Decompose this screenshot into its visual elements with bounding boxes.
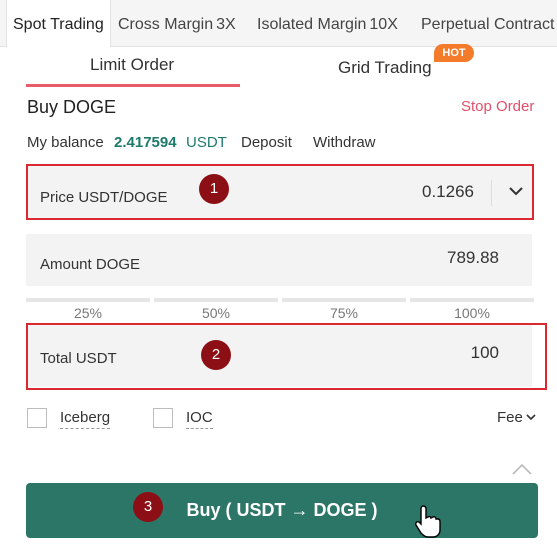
step-marker-1: 1 xyxy=(199,174,229,204)
balance-label: My balance xyxy=(27,134,104,151)
chevron-up-icon[interactable] xyxy=(511,462,533,476)
leverage-badge: 3X xyxy=(216,16,236,33)
percent-25-button[interactable]: 25% xyxy=(26,298,150,321)
withdraw-link[interactable]: Withdraw xyxy=(313,134,376,151)
buy-button[interactable]: Buy ( USDT → DOGE ) xyxy=(26,483,538,538)
step-marker-2: 2 xyxy=(201,340,231,370)
percentage-selector: 25% 50% 75% 100% xyxy=(26,298,534,321)
leverage-badge: 10X xyxy=(369,16,398,33)
stop-order-link[interactable]: Stop Order xyxy=(461,98,534,115)
highlight-box-total xyxy=(26,323,547,390)
tab-limit-order[interactable]: Limit Order xyxy=(90,55,174,75)
ioc-checkbox[interactable] xyxy=(153,408,173,428)
iceberg-checkbox[interactable] xyxy=(27,408,47,428)
hand-cursor-icon xyxy=(414,504,442,538)
fee-dropdown[interactable]: Fee xyxy=(497,409,537,426)
amount-label: Amount DOGE xyxy=(40,256,141,273)
tab-label: Cross Margin xyxy=(118,16,214,33)
tab-label: Spot Trading xyxy=(13,16,104,33)
market-tabs: Spot Trading Cross Margin 3X Isolated Mar… xyxy=(0,0,557,47)
tab-isolated-margin[interactable]: Isolated Margin 10X xyxy=(257,0,398,46)
percent-100-button[interactable]: 100% xyxy=(410,298,534,321)
active-tab-indicator xyxy=(26,84,240,87)
tab-label: Isolated Margin xyxy=(257,16,367,33)
fee-label: Fee xyxy=(497,409,523,426)
amount-field[interactable]: Amount DOGE 789.88 xyxy=(26,234,532,286)
amount-value: 789.88 xyxy=(447,248,499,267)
balance-currency: USDT xyxy=(186,134,227,151)
deposit-link[interactable]: Deposit xyxy=(241,134,292,151)
percent-75-button[interactable]: 75% xyxy=(282,298,406,321)
percent-50-button[interactable]: 50% xyxy=(154,298,278,321)
tab-perpetual-contract[interactable]: Perpetual Contract xyxy=(421,0,554,46)
tab-cross-margin[interactable]: Cross Margin 3X xyxy=(118,0,236,46)
order-title: Buy DOGE xyxy=(27,97,117,117)
iceberg-label[interactable]: Iceberg xyxy=(60,409,111,429)
highlight-box-price xyxy=(26,164,534,220)
step-marker-3: 3 xyxy=(133,492,163,522)
balance-amount: 2.417594 xyxy=(114,134,177,151)
hot-badge: HOT xyxy=(434,44,474,62)
tab-spot-trading[interactable]: Spot Trading xyxy=(6,0,111,47)
tab-grid-trading[interactable]: Grid Trading xyxy=(338,58,432,78)
ioc-label[interactable]: IOC xyxy=(186,409,213,429)
tab-label: Perpetual Contract xyxy=(421,16,555,33)
chevron-down-icon xyxy=(525,409,537,421)
